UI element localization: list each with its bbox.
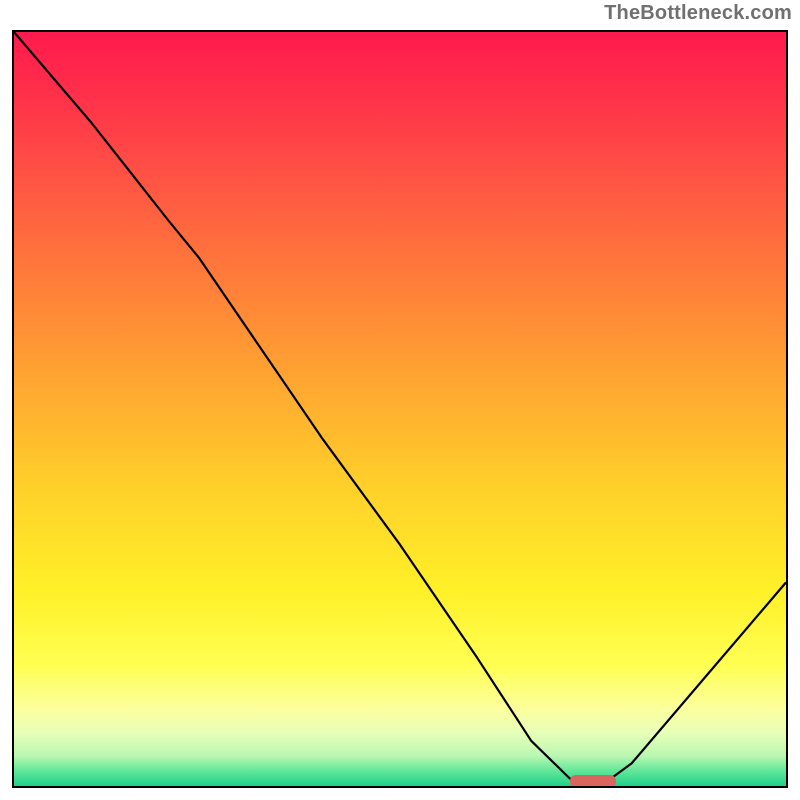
plot-area <box>12 30 788 788</box>
optimal-range-marker <box>570 775 616 788</box>
chart-frame: TheBottleneck.com <box>0 0 800 800</box>
background-gradient <box>14 32 786 786</box>
watermark-text: TheBottleneck.com <box>604 2 792 25</box>
